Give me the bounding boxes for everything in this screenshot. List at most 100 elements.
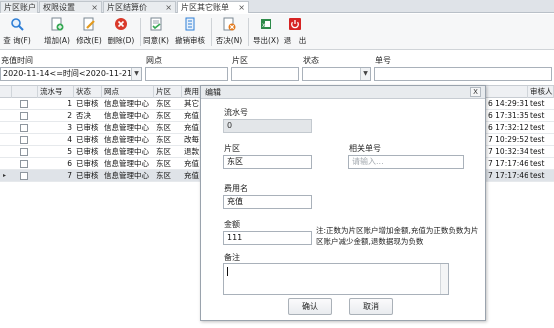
export-button[interactable]: x 导出(X) [251,16,281,48]
recharge-time-range-dropdown[interactable]: 2020-11-14<=时间<2020-11-21 ▼ [0,67,142,81]
dialog-title-bar[interactable]: 编辑 X [201,86,485,99]
status-dropdown[interactable]: ▼ [302,67,371,81]
amount-input[interactable]: 111 [223,231,312,245]
row-indicator-header [0,86,12,98]
add-button[interactable]: 增加(A) [42,16,72,48]
query-label: 查 询(F) [3,36,31,45]
add-label: 增加(A) [44,36,70,45]
outlet-label: 网点 [146,56,162,65]
revoke-audit-button[interactable]: 撤销审核 [172,16,208,48]
cell-auditor: test [530,123,545,132]
cell-status: 已审核 [76,123,99,132]
approve-label: 同意(K) [143,36,169,45]
row-checkbox[interactable] [20,160,28,168]
cell-area: 东区 [156,147,171,156]
tab-area-price[interactable]: 片区结算价 × [103,1,176,13]
cell-auditor: test [530,159,545,168]
close-button[interactable]: X [470,87,481,97]
row-checkbox[interactable] [20,148,28,156]
col-serial[interactable]: 流水号 [38,86,74,98]
approve-icon [150,17,162,31]
cell-status: 已审核 [76,159,99,168]
cell-outlet: 信息管理中心 [104,111,149,120]
col-fee[interactable]: 费用 [182,86,202,98]
revoke-label: 撤销审核 [175,36,205,45]
tab-close-icon[interactable]: × [238,2,245,13]
approve-button[interactable]: 同意(K) [142,16,170,48]
cell-area: 东区 [156,135,171,144]
reject-button[interactable]: 否决(N) [214,16,244,48]
related-bill-placeholder: 请输入... [352,157,384,166]
dialog-area-field[interactable]: 东区 [223,155,312,169]
tab-label: 片区结算价 [107,3,147,12]
bill-no-input[interactable] [374,67,552,81]
cell-serial: 1 [67,99,72,108]
cell-time: 6 14:29:31 [488,99,528,108]
query-button[interactable]: 查 询(F) [2,16,32,48]
cell-auditor: test [530,135,545,144]
tab-label: 片区其它账单 [181,3,229,12]
cell-fee: 充值 [184,111,199,120]
toolbar: 查 询(F) 增加(A) 修改(E) 删除(D) 同意(K) 撤销审核 否决(N… [0,14,554,50]
related-bill-label: 相关单号 [349,144,381,153]
area-label: 片区 [232,56,248,65]
row-checkbox[interactable] [20,112,28,120]
row-checkbox[interactable] [20,124,28,132]
remark-scrollbar[interactable] [440,264,448,294]
exit-button[interactable]: 退 出 [283,16,307,48]
text-caret [227,267,228,276]
revoke-icon [185,17,195,31]
delete-button[interactable]: 删除(D) [106,16,136,48]
cell-status: 已审核 [76,171,99,180]
edit-button[interactable]: 修改(E) [74,16,104,48]
col-outlet[interactable]: 网点 [102,86,154,98]
export-label: 导出(X) [253,36,279,45]
tab-area-account[interactable]: 片区账户 [0,1,38,13]
cell-time: 6 17:31:35 [488,111,528,120]
remark-textarea[interactable] [223,263,449,295]
cell-area: 东区 [156,171,171,180]
col-auditor[interactable]: 审核人 [528,86,554,98]
tab-close-icon[interactable]: × [165,2,172,13]
cell-serial: 6 [67,159,72,168]
cell-outlet: 信息管理中心 [104,135,149,144]
outlet-input[interactable] [145,67,228,81]
tab-close-icon[interactable]: × [91,2,98,13]
row-checkbox[interactable] [20,172,28,180]
area-input[interactable] [231,67,299,81]
chevron-down-icon[interactable]: ▼ [131,68,141,80]
cancel-button[interactable]: 取消 [349,298,393,315]
reject-label: 否决(N) [215,36,243,45]
exit-label: 退 出 [283,36,307,45]
tab-permission[interactable]: 权限设置 × [39,1,102,13]
col-status[interactable]: 状态 [74,86,102,98]
serial-no-value: 0 [227,121,233,130]
tab-area-other-bill[interactable]: 片区其它账单 × [177,1,249,13]
cell-fee: 充值 [184,159,199,168]
tab-strip: 片区账户 权限设置 × 片区结算价 × 片区其它账单 × [0,0,554,13]
confirm-button[interactable]: 确认 [288,298,332,315]
tab-label: 权限设置 [43,3,75,12]
fee-name-field[interactable]: 充值 [223,195,312,209]
cell-time: 7 17:17:46 [488,171,528,180]
chevron-down-icon[interactable]: ▼ [360,68,370,80]
cell-auditor: test [530,99,545,108]
row-checkbox[interactable] [20,136,28,144]
col-area[interactable]: 片区 [154,86,182,98]
cell-serial: 2 [67,111,72,120]
edit-dialog: 编辑 X 流水号 0 片区 东区 相关单号 请输入... 费用名 充值 金额 1… [200,85,486,321]
recharge-time-value: 2020-11-14<=时间<2020-11-21 [3,69,133,78]
filter-panel: 充值时间 2020-11-14<=时间<2020-11-21 ▼ 网点 片区 状… [0,51,554,84]
col-time[interactable] [486,86,528,98]
cell-outlet: 信息管理中心 [104,99,149,108]
row-checkbox[interactable] [20,100,28,108]
cell-area: 东区 [156,159,171,168]
cell-area: 东区 [156,111,171,120]
related-bill-input[interactable]: 请输入... [348,155,464,169]
dialog-area-value: 东区 [227,157,243,166]
serial-no-label: 流水号 [224,108,248,117]
power-icon [289,18,301,30]
cell-auditor: test [530,111,545,120]
cell-fee: 退款 [184,147,199,156]
cell-serial: 7 [67,171,72,180]
